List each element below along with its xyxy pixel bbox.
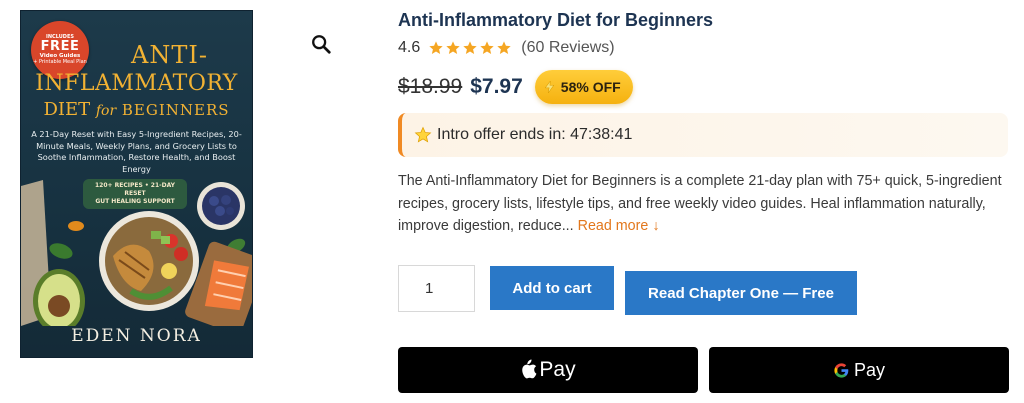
cover-pill-line2: GUT HEALING SUPPORT — [95, 198, 175, 205]
star-icon — [429, 41, 443, 54]
star-icon — [497, 41, 511, 54]
description-text: The Anti-Inflammatory Diet for Beginners… — [398, 173, 1002, 234]
apple-pay-button[interactable]: Pay — [398, 347, 698, 393]
quantity-input[interactable] — [398, 265, 475, 312]
old-price: $18.99 — [398, 75, 463, 98]
rating-score: 4.6 — [398, 39, 421, 56]
cover-title-line2: INFLAMMATORY — [35, 71, 238, 96]
cover-title-diet: DIET — [43, 99, 91, 120]
book-cover-image[interactable]: INCLUDES FREE Video Guides + Printable M… — [20, 10, 253, 358]
read-chapter-button[interactable]: Read Chapter One — Free — [625, 271, 857, 315]
apple-logo-icon — [522, 359, 537, 379]
offer-label: Intro offer ends in: — [437, 126, 566, 143]
google-g-icon — [834, 362, 849, 378]
lightning-icon — [544, 81, 554, 93]
product-title: Anti-Inflammatory Diet for Beginners — [398, 10, 714, 30]
discount-badge: 58% OFF — [534, 70, 633, 104]
star-icon — [480, 41, 494, 54]
product-description: The Anti-Inflammatory Diet for Beginners… — [398, 170, 1008, 238]
cover-title-for: for — [95, 103, 117, 119]
star-icon — [463, 41, 477, 54]
star-icon — [414, 126, 432, 143]
discount-label: 58% OFF — [560, 79, 621, 95]
cover-title-line3: DIET for BEGINNERS — [21, 99, 252, 120]
magnifier-icon[interactable] — [310, 33, 332, 55]
rating-stars — [428, 40, 512, 56]
google-pay-button[interactable]: Pay — [709, 347, 1009, 393]
price-row: $18.99 $7.97 58% OFF — [398, 70, 633, 104]
cover-badge-line4: + Printable Meal Plan — [33, 58, 87, 65]
apple-pay-label: Pay — [539, 358, 576, 381]
reviews-link[interactable]: (60 Reviews) — [521, 39, 614, 57]
add-to-cart-button[interactable]: Add to cart — [490, 266, 614, 310]
cover-pill-line1: 120+ RECIPES • 21-DAY RESET — [94, 182, 176, 197]
cover-title-beginners: BEGINNERS — [121, 101, 230, 119]
cover-author: EDEN NORA — [71, 326, 202, 346]
star-icon — [446, 41, 460, 54]
offer-timer: 47:38:41 — [570, 126, 633, 143]
rating-row: 4.6 (60 Reviews) — [398, 38, 615, 58]
sale-price: $7.97 — [470, 75, 523, 98]
google-pay-label: Pay — [853, 359, 886, 380]
cover-badge-line2: FREE — [40, 39, 80, 55]
cover-subtitle: A 21-Day Reset with Easy 5-Ingredient Re… — [31, 129, 242, 174]
offer-countdown: Intro offer ends in: 47:38:41 — [398, 113, 1008, 157]
read-more-link[interactable]: Read more ↓ — [578, 218, 660, 234]
cover-feature-pill: 120+ RECIPES • 21-DAY RESET GUT HEALING … — [83, 179, 187, 209]
cover-title-line1: ANTI- — [131, 41, 208, 69]
